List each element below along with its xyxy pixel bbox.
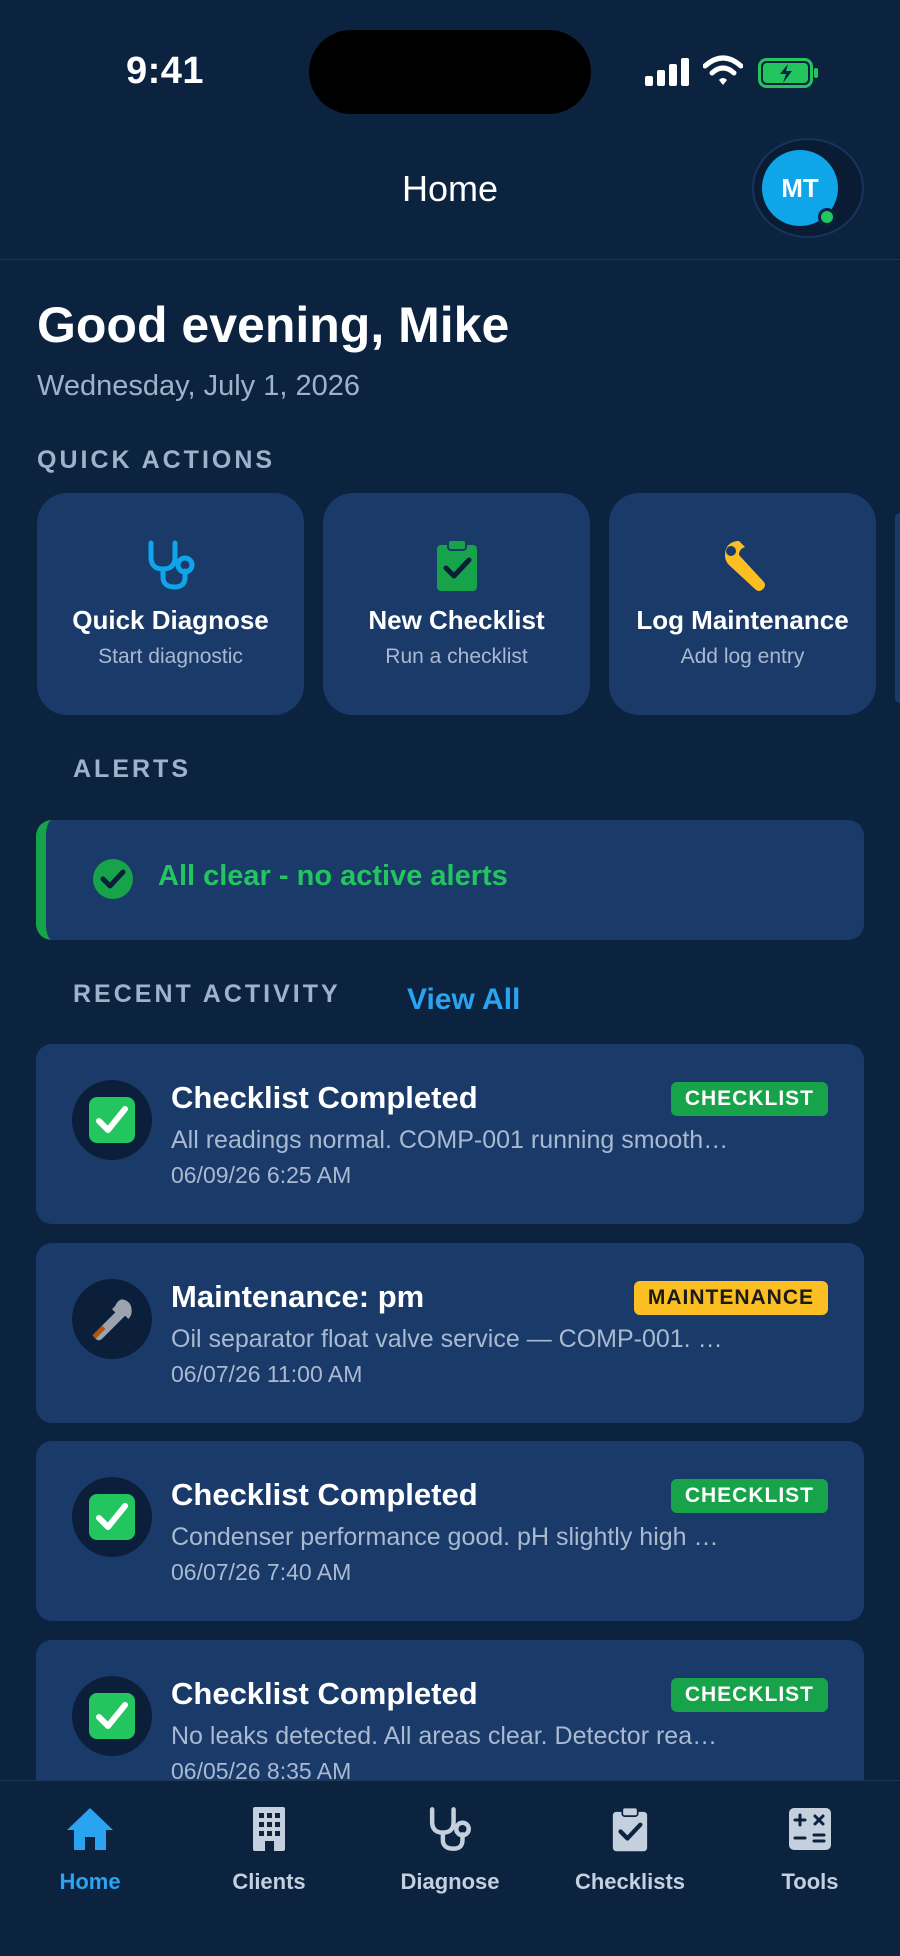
log-maintenance-card[interactable]: Log Maintenance Add log entry [609, 493, 876, 715]
tab-clients[interactable]: Clients [194, 1801, 344, 1895]
activity-description: All readings normal. COMP-001 running sm… [171, 1126, 731, 1154]
activity-badge: MAINTENANCE [633, 1281, 828, 1315]
check-circle-icon [93, 859, 133, 899]
activity-item[interactable]: Checklist Completed CHECKLIST All readin… [36, 1044, 864, 1224]
quick-action-card-overflow[interactable] [895, 513, 900, 703]
cellular-signal-icon [645, 58, 689, 86]
tab-clients-label: Clients [232, 1869, 306, 1894]
activity-title: Checklist Completed [171, 1080, 478, 1115]
home-icon [67, 1808, 113, 1850]
status-bar: 9:41 [0, 0, 900, 150]
tab-home[interactable]: Home [15, 1801, 165, 1895]
activity-description: No leaks detected. All areas clear. Dete… [171, 1722, 731, 1750]
stethoscope-icon [148, 540, 194, 590]
clipboard-check-icon [612, 1806, 648, 1852]
battery-charging-icon [758, 58, 818, 88]
activity-description: Oil separator float valve service — COMP… [171, 1325, 731, 1353]
quick-actions-label: QUICK ACTIONS [37, 446, 276, 474]
stethoscope-icon [429, 1807, 471, 1851]
log-maintenance-subtitle: Add log entry [680, 645, 805, 668]
tab-home-label: Home [59, 1869, 121, 1894]
check-box-icon [89, 1693, 135, 1739]
activity-badge: CHECKLIST [670, 1082, 828, 1116]
log-maintenance-title: Log Maintenance [636, 605, 849, 635]
activity-title: Checklist Completed [171, 1676, 478, 1711]
alert-message: All clear - no active alerts [158, 860, 508, 892]
activity-timestamp: 06/07/26 11:00 AM [171, 1361, 363, 1387]
activity-title: Checklist Completed [171, 1477, 478, 1512]
tab-checklists-label: Checklists [574, 1869, 686, 1894]
home-screen: 9:41 Home MT Good evening, Mike Wednesda… [0, 0, 900, 1956]
wifi-icon [703, 55, 743, 85]
activity-badge: CHECKLIST [670, 1479, 828, 1513]
online-status-dot [818, 208, 836, 226]
calculator-icon [789, 1808, 831, 1850]
status-time: 9:41 [126, 50, 205, 92]
current-date: Wednesday, July 1, 2026 [37, 370, 360, 402]
view-all-link[interactable]: View All [407, 983, 520, 1017]
check-box-icon [89, 1097, 135, 1143]
tab-diagnose-label: Diagnose [400, 1869, 500, 1894]
tab-checklists[interactable]: Checklists [555, 1801, 705, 1895]
tab-tools[interactable]: Tools [735, 1801, 885, 1895]
activity-title: Maintenance: pm [171, 1279, 425, 1314]
activity-item[interactable]: Maintenance: pm MAINTENANCE Oil separato… [36, 1243, 864, 1423]
tab-tools-label: Tools [781, 1869, 839, 1894]
quick-diagnose-subtitle: Start diagnostic [98, 645, 243, 668]
activity-timestamp: 06/07/26 7:40 AM [171, 1559, 352, 1585]
recent-activity-label: RECENT ACTIVITY [73, 980, 341, 1008]
greeting-heading: Good evening, Mike [37, 297, 510, 353]
new-checklist-card[interactable]: New Checklist Run a checklist [323, 493, 590, 715]
building-icon [253, 1807, 285, 1851]
activity-item[interactable]: Checklist Completed CHECKLIST Condenser … [36, 1441, 864, 1621]
alert-banner: All clear - no active alerts [36, 820, 864, 940]
new-checklist-title: New Checklist [368, 605, 545, 635]
activity-badge: CHECKLIST [670, 1678, 828, 1712]
quick-diagnose-card[interactable]: Quick Diagnose Start diagnostic [37, 493, 304, 715]
alerts-label: ALERTS [73, 755, 191, 783]
quick-diagnose-title: Quick Diagnose [72, 605, 269, 635]
bottom-tab-bar: Home Clients Diagnose Checklists Tools [0, 1780, 900, 1956]
clipboard-check-icon [436, 539, 477, 591]
dynamic-island [309, 30, 591, 114]
check-box-icon [89, 1494, 135, 1540]
wrench-icon [724, 541, 765, 591]
activity-timestamp: 06/09/26 6:25 AM [171, 1162, 352, 1188]
new-checklist-subtitle: Run a checklist [385, 645, 528, 668]
wrench-icon [92, 1299, 132, 1341]
activity-description: Condenser performance good. pH slightly … [171, 1523, 731, 1551]
tab-diagnose[interactable]: Diagnose [375, 1801, 525, 1895]
